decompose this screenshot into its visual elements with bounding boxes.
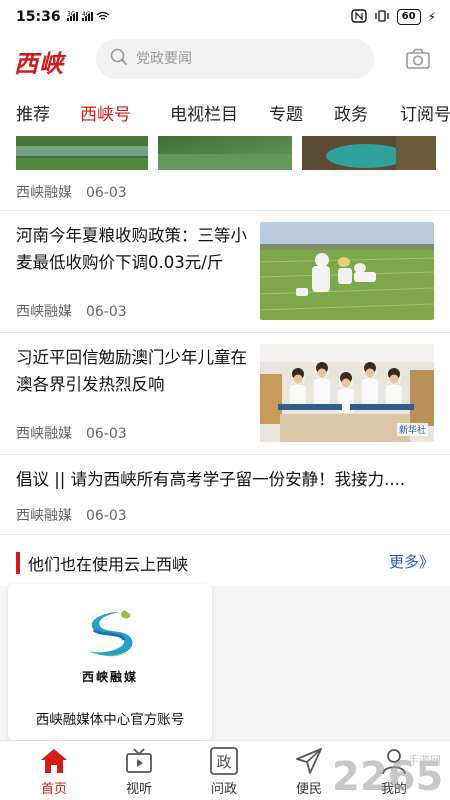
nav-home[interactable]: 首页: [19, 745, 89, 797]
channel-tabs: 推荐 西峡号 电视栏目 专题 政务 订阅号: [0, 92, 450, 136]
divider: [0, 454, 450, 455]
account-card[interactable]: 西峡融媒 西峡融媒体中心官方账号: [8, 584, 212, 740]
watermark-logo: 2265 手游网: [330, 746, 450, 800]
zheng-icon: 政: [189, 745, 259, 775]
recommended-accounts-header: 他们也在使用云上西峡 更多》: [0, 540, 450, 586]
battery-indicator: 60: [396, 9, 421, 25]
nav-label: 视听: [125, 782, 152, 797]
nav-label: 首页: [40, 782, 67, 797]
status-time: 15:36: [16, 9, 61, 25]
divider: [0, 534, 450, 535]
account-logo-icon: [80, 608, 140, 670]
news-meta: 西峡融媒 06-03: [16, 301, 127, 321]
search-bar[interactable]: [96, 39, 374, 79]
nav-label: 问政: [210, 782, 237, 797]
news-feed[interactable]: 西峡融媒 06-03 河南今年夏粮收购政策：三等小麦最低收购价下调0.03元/斤 …: [0, 136, 450, 740]
vibrate-icon: [374, 9, 390, 26]
camera-icon[interactable]: [406, 48, 430, 74]
news-meta: 西峡融媒 06-03: [16, 505, 127, 525]
news-thumbnail[interactable]: 新华社: [260, 344, 434, 442]
news-title[interactable]: 习近平回信勉励澳门少年儿童在澳各界引发热烈反响: [16, 344, 252, 398]
divider: [0, 210, 450, 211]
divider: [0, 332, 450, 333]
search-icon: [110, 48, 128, 70]
app-header: 西峡: [0, 34, 450, 86]
nav-inquiry[interactable]: 政 问政: [189, 745, 259, 797]
news-title[interactable]: 河南今年夏粮收购政策：三等小麦最低收购价下调0.03元/斤: [16, 222, 252, 276]
tab-subscriptions[interactable]: 订阅号: [400, 100, 450, 125]
account-logo-text: 西峡融媒: [81, 670, 138, 684]
news-date: 06-03: [86, 426, 127, 442]
news-title[interactable]: 倡议 || 请为西峡所有高考学子留一份安静！我接力....: [16, 466, 436, 493]
tab-tv-programs[interactable]: 电视栏目: [170, 100, 238, 125]
news-meta: 西峡融媒 06-03: [16, 423, 127, 443]
tab-recommend[interactable]: 推荐: [16, 100, 50, 125]
news-date: 06-03: [86, 185, 127, 201]
news-image-strip[interactable]: [16, 136, 436, 170]
news-date: 06-03: [86, 304, 127, 320]
tab-government[interactable]: 政务: [334, 100, 368, 125]
signal-icon: 3G 4G: [66, 10, 113, 25]
nfc-icon: [350, 8, 367, 26]
tab-xixia-hao[interactable]: 西峡号: [80, 100, 131, 125]
section-title: 他们也在使用云上西峡: [28, 555, 189, 574]
charging-icon: ⚡: [427, 10, 436, 24]
section-accent-bar: [16, 552, 20, 574]
news-source: 西峡融媒: [16, 185, 72, 201]
thumb-badge: 新华社: [396, 423, 428, 436]
app-logo: 西峡: [14, 49, 64, 78]
svg-text:手游网: 手游网: [408, 753, 441, 767]
account-name: 西峡融媒体中心官方账号: [35, 712, 185, 728]
tab-topics[interactable]: 专题: [269, 100, 303, 125]
news-source: 西峡融媒: [16, 508, 72, 524]
nav-audio-video[interactable]: 视听: [104, 745, 174, 797]
news-meta: 西峡融媒 06-03: [16, 182, 127, 202]
svg-text:政: 政: [216, 753, 231, 771]
news-source: 西峡融媒: [16, 426, 72, 442]
home-icon: [19, 745, 89, 775]
news-source: 西峡融媒: [16, 304, 72, 320]
search-input[interactable]: [136, 51, 356, 67]
status-bar: 15:36 3G 4G 60 ⚡: [0, 0, 450, 34]
news-date: 06-03: [86, 508, 127, 524]
news-thumbnail[interactable]: [260, 222, 434, 320]
tv-icon: [104, 745, 174, 775]
more-link[interactable]: 更多》: [389, 551, 434, 572]
